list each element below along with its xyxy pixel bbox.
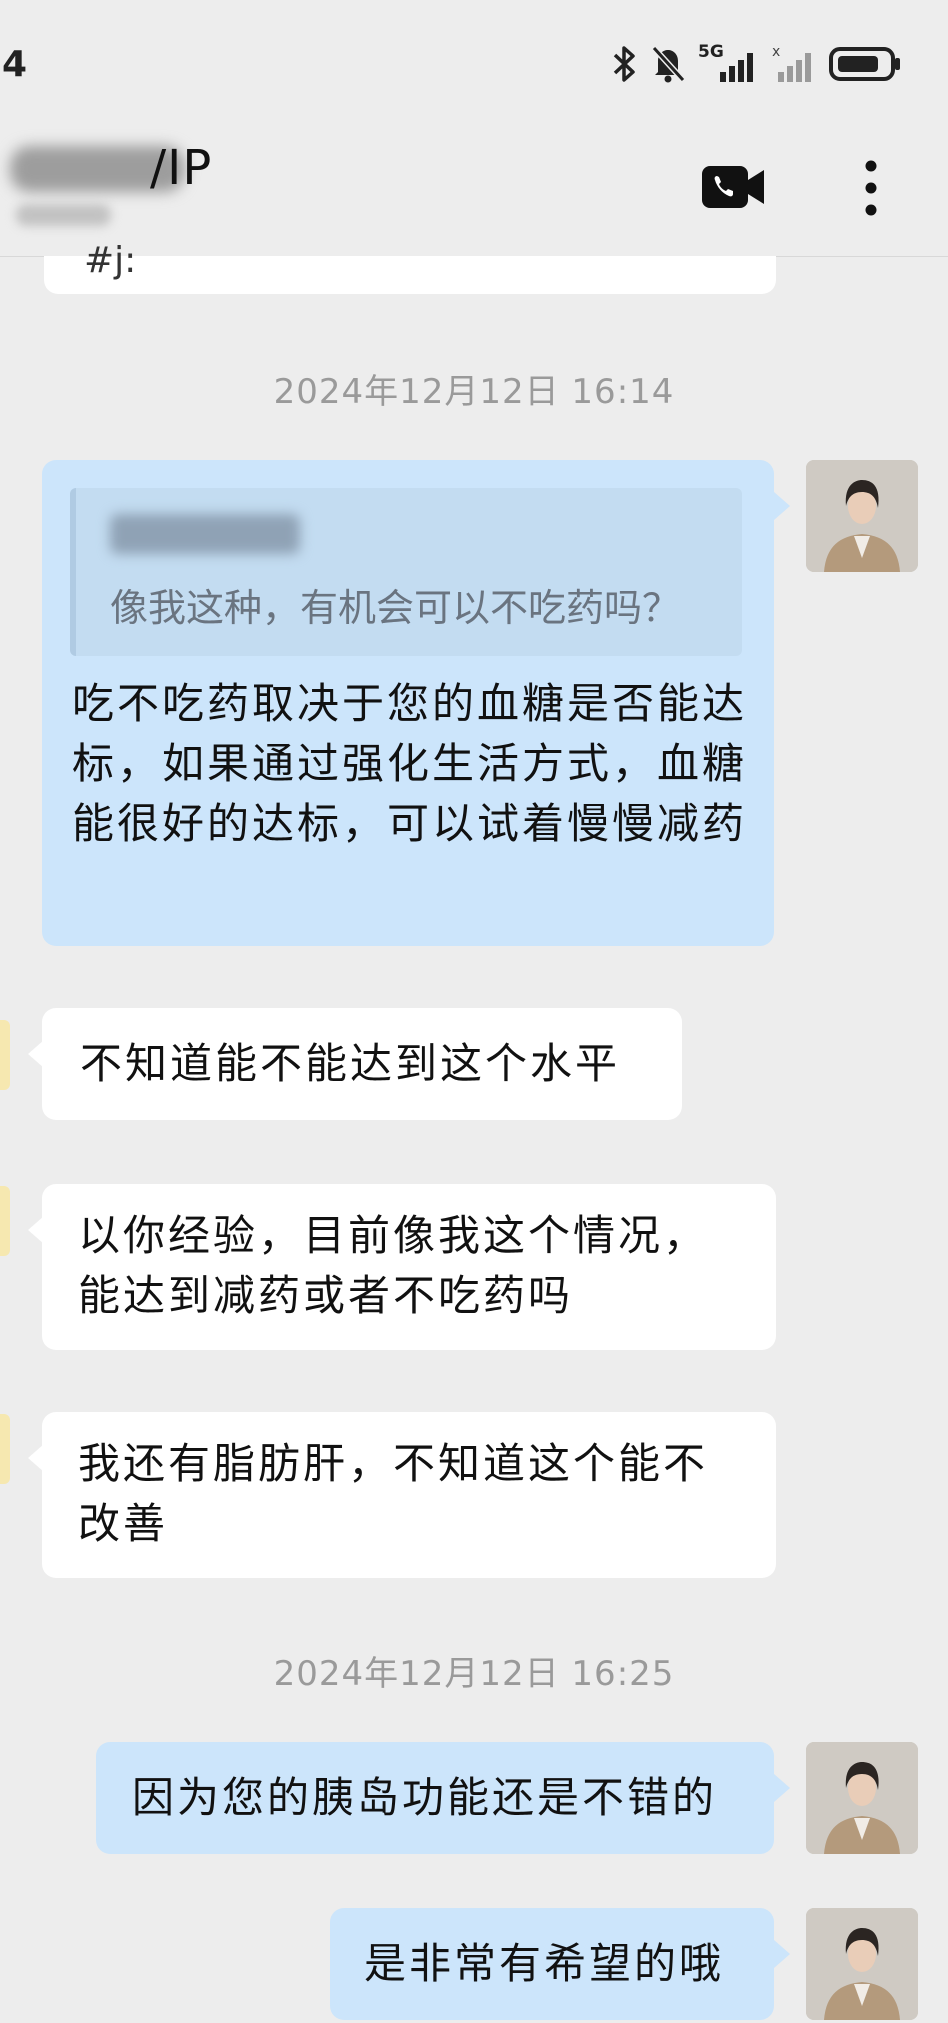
- timestamp: 2024年12月12日 16:25: [273, 1654, 675, 1694]
- timestamp: 2024年12月12日 16:14: [273, 372, 675, 412]
- incoming-message-bubble[interactable]: 以你经验，目前像我这个情况，能达到减药或者不吃药吗: [28, 1184, 776, 1350]
- video-call-icon: [702, 166, 766, 214]
- message-text: 我还有脂肪肝，不知道这个能不改善: [78, 1439, 709, 1548]
- signal-secondary-icon: x: [772, 44, 816, 84]
- incoming-message-bubble[interactable]: 不知道能不能达到这个水平: [28, 1008, 682, 1120]
- bluetooth-icon: [612, 44, 638, 84]
- chat-screen: 4 5G x /IP #j: 2024年12月12日 16:14 像我这种，有机…: [0, 0, 948, 2023]
- previous-message-fragment: #j:: [84, 240, 137, 281]
- contact-name: /IP: [150, 140, 213, 196]
- message-text: 以你经验，目前像我这个情况，能达到减药或者不吃药吗: [78, 1211, 709, 1320]
- muted-bell-icon: [650, 44, 686, 84]
- outgoing-message-bubble[interactable]: 是非常有希望的哦: [330, 1908, 790, 2020]
- avatar[interactable]: [806, 1908, 918, 2020]
- svg-text:x: x: [772, 44, 780, 60]
- status-icons: 5G x: [612, 42, 902, 86]
- status-time: 4: [2, 44, 28, 85]
- chat-header: /IP: [0, 120, 948, 257]
- quoted-sender-redacted: [110, 514, 300, 554]
- outgoing-quote-reply-bubble[interactable]: 像我这种，有机会可以不吃药吗？ 吃不吃药取决于您的血糖是否能达标，如果通过强化生…: [42, 460, 790, 946]
- reply-message-text: 吃不吃药取决于您的血糖是否能达标，如果通过强化生活方式，血糖能很好的达标，可以试…: [72, 679, 748, 848]
- battery-icon: [828, 44, 902, 84]
- avatar[interactable]: [806, 1742, 918, 1854]
- more-options-button[interactable]: [856, 158, 886, 222]
- message-list[interactable]: #j: 2024年12月12日 16:14 像我这种，有机会可以不吃药吗？ 吃不…: [0, 240, 948, 2023]
- avatar[interactable]: [806, 460, 918, 572]
- message-text: 是非常有希望的哦: [364, 1939, 725, 1988]
- more-vertical-icon: [856, 160, 886, 226]
- left-edge-mark: [0, 1186, 10, 1256]
- status-bar: 4 5G x: [0, 0, 948, 130]
- signal-icon: 5G: [698, 42, 760, 84]
- message-text: 不知道能不能达到这个水平: [80, 1039, 621, 1088]
- left-edge-mark: [0, 1020, 10, 1090]
- incoming-message-bubble[interactable]: 我还有脂肪肝，不知道这个能不改善: [28, 1412, 776, 1578]
- message-text: 因为您的胰岛功能还是不错的: [132, 1773, 718, 1822]
- quoted-message-text: 像我这种，有机会可以不吃药吗？: [110, 586, 681, 630]
- quoted-message[interactable]: 像我这种，有机会可以不吃药吗？: [70, 488, 742, 656]
- contact-subtitle-redacted: [16, 204, 111, 226]
- left-edge-mark: [0, 1414, 10, 1484]
- previous-message-bubble[interactable]: #j:: [44, 240, 776, 294]
- video-call-button[interactable]: [702, 164, 766, 210]
- outgoing-message-bubble[interactable]: 因为您的胰岛功能还是不错的: [96, 1742, 790, 1854]
